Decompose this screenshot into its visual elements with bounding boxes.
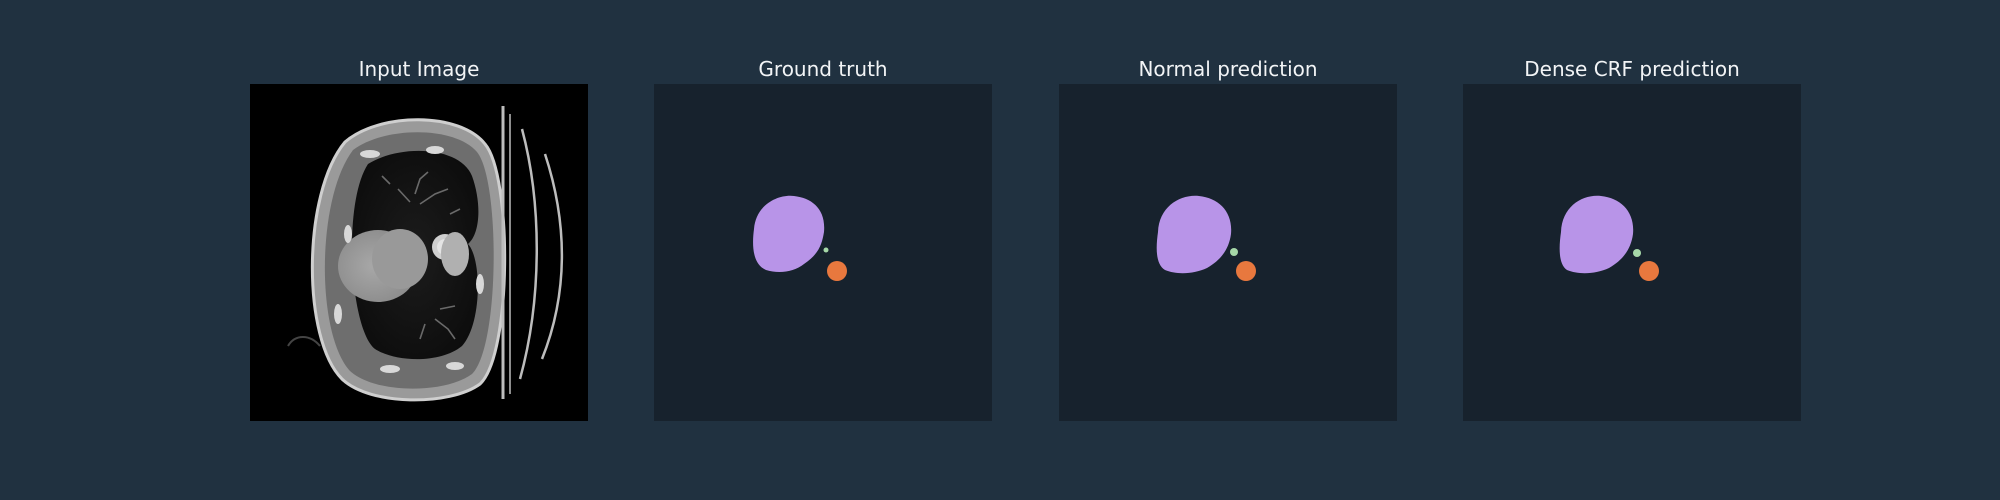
aorta-region xyxy=(1236,261,1256,281)
ct-scan-image xyxy=(250,84,588,421)
panel-dense-crf-prediction: Dense CRF prediction xyxy=(1463,56,1801,421)
dense-crf-prediction-mask xyxy=(1463,84,1801,421)
ct-scan-svg xyxy=(250,84,588,421)
panel-normal-prediction: Normal prediction xyxy=(1059,56,1397,421)
ground-truth-svg xyxy=(654,84,992,421)
aorta-region xyxy=(1639,261,1659,281)
panel-input-image: Input Image xyxy=(250,56,588,421)
panel-title: Dense CRF prediction xyxy=(1524,57,1740,81)
panel-title: Normal prediction xyxy=(1138,57,1318,81)
segmentation-comparison-figure: Input Image Ground truth Normal predicti… xyxy=(0,0,2000,500)
dense-crf-prediction-svg xyxy=(1463,84,1801,421)
normal-prediction-svg xyxy=(1059,84,1397,421)
panel-title: Input Image xyxy=(358,57,480,81)
panel-ground-truth: Ground truth xyxy=(654,56,992,421)
panel-title: Ground truth xyxy=(758,57,888,81)
small-region xyxy=(1230,248,1238,256)
normal-prediction-mask xyxy=(1059,84,1397,421)
ground-truth-mask xyxy=(654,84,992,421)
small-region xyxy=(1633,249,1641,257)
aorta-region xyxy=(827,261,847,281)
small-region xyxy=(823,247,829,253)
